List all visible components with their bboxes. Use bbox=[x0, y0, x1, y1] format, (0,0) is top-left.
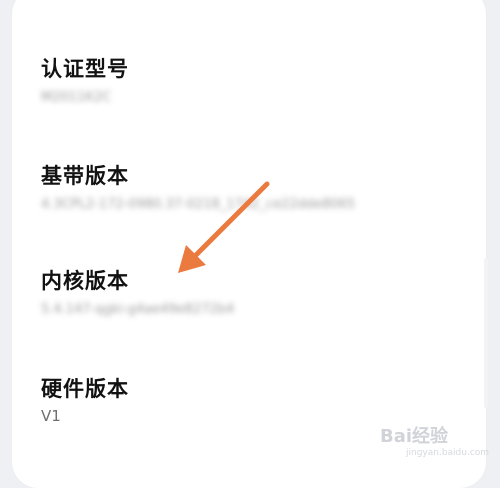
watermark-logo: Bai经验 bbox=[380, 426, 449, 447]
info-row-certified-model[interactable]: 认证型号 M2011K2C bbox=[41, 56, 461, 106]
row-title: 硬件版本 bbox=[41, 377, 129, 401]
info-row-baseband-version[interactable]: 基带版本 4.3CPL2-172-0980.37-0218_1742_ce22d… bbox=[41, 163, 461, 213]
row-value: 4.3CPL2-172-0980.37-0218_1742_ce22dde806… bbox=[41, 197, 356, 212]
watermark-url: jingyan.baidu.com bbox=[406, 448, 490, 458]
info-row-hardware-version[interactable]: 硬件版本 V1 bbox=[41, 376, 461, 424]
row-title: 基带版本 bbox=[41, 164, 129, 188]
row-title: 认证型号 bbox=[41, 57, 129, 81]
row-value: 5.4.147-qgki-g4ae49e8272b4 bbox=[41, 302, 235, 317]
row-title: 内核版本 bbox=[41, 269, 129, 293]
row-value: M2011K2C bbox=[41, 90, 112, 105]
info-row-kernel-version[interactable]: 内核版本 5.4.147-qgki-g4ae49e8272b4 bbox=[41, 268, 461, 318]
baidu-jingyan-watermark: Bai经验 jingyan.baidu.com bbox=[380, 418, 492, 462]
scrollbar[interactable] bbox=[484, 258, 488, 408]
